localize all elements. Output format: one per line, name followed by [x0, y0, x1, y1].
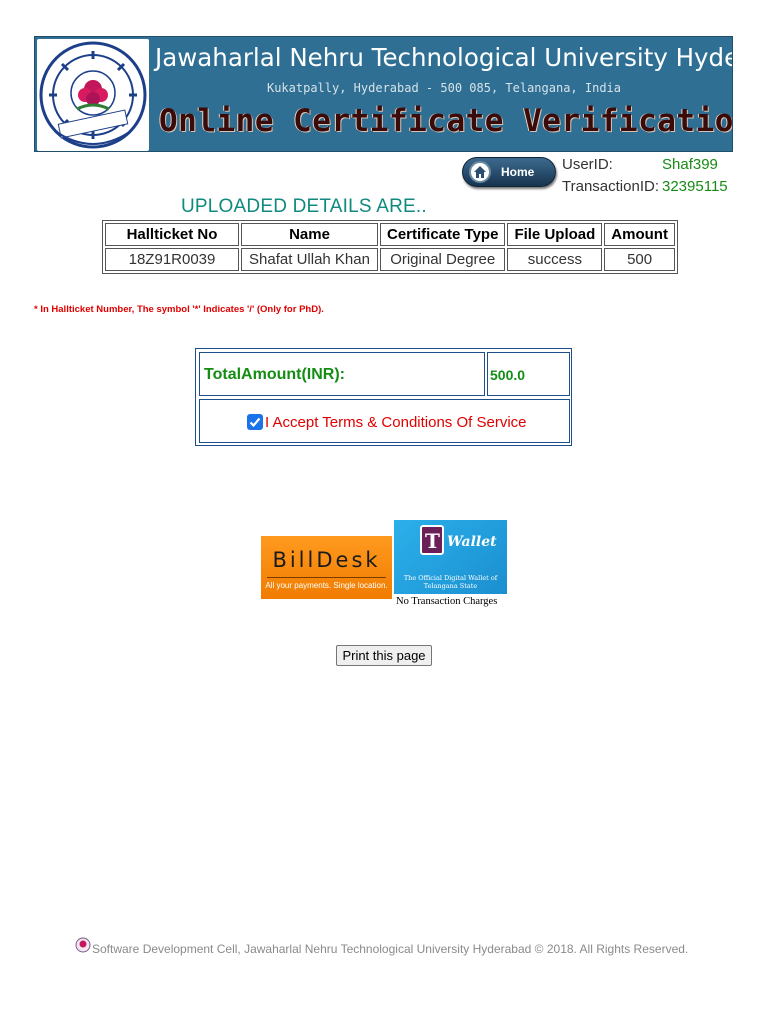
total-amount-value: 500.0 — [490, 367, 526, 383]
column-header-amount: Amount — [604, 223, 675, 246]
payment-summary-box: TotalAmount(INR): 500.0 I Accept Terms &… — [195, 348, 572, 446]
column-header-name: Name — [241, 223, 378, 246]
service-title: Online Certificate Verification — [159, 103, 733, 139]
twallet-logo-text: Wallet — [447, 534, 497, 550]
cell-file-upload: success — [507, 248, 603, 271]
billdesk-payment-button[interactable]: BillDesk All your payments. Single locat… — [261, 536, 392, 599]
uploaded-details-table: Hallticket No Name Certificate Type File… — [102, 220, 678, 274]
footer-copyright: Software Development Cell, Jawaharlal Ne… — [92, 942, 689, 956]
accept-terms-label[interactable]: I Accept Terms & Conditions Of Service — [265, 414, 527, 431]
twallet-tagline: The Official Digital Wallet of Telangana… — [403, 574, 498, 590]
table-row: 18Z91R0039 Shafat Ullah Khan Original De… — [105, 248, 675, 271]
cell-hallticket: 18Z91R0039 — [105, 248, 239, 271]
billdesk-divider — [267, 577, 386, 578]
billdesk-logo-text: BillDesk — [272, 548, 381, 572]
university-seal-icon — [37, 39, 149, 151]
university-name: Jawaharlal Nehru Technological Universit… — [155, 43, 733, 72]
twallet-payment-button[interactable]: T Wallet The Official Digital Wallet of … — [394, 520, 507, 594]
table-header-row: Hallticket No Name Certificate Type File… — [105, 223, 675, 246]
uploaded-details-heading: UPLOADED DETAILS ARE.. — [181, 196, 427, 217]
print-page-button[interactable]: Print this page — [336, 645, 432, 666]
userid-value: Shaf399 — [662, 156, 718, 173]
accept-terms-checkbox[interactable] — [247, 414, 263, 430]
total-amount-label-cell: TotalAmount(INR): — [199, 352, 485, 396]
twallet-letter: T — [425, 529, 440, 553]
transaction-id-label: TransactionID: — [562, 178, 659, 195]
home-icon — [469, 161, 491, 183]
transaction-id-value: 32395115 — [662, 178, 728, 195]
wallet-icon: T — [420, 525, 444, 555]
column-header-file-upload: File Upload — [507, 223, 603, 246]
terms-acceptance-cell: I Accept Terms & Conditions Of Service — [199, 399, 570, 443]
checkmark-icon — [249, 417, 261, 428]
column-header-certificate-type: Certificate Type — [380, 223, 506, 246]
total-amount-value-cell: 500.0 — [487, 352, 570, 396]
home-label: Home — [501, 165, 535, 179]
cell-certificate-type: Original Degree — [380, 248, 506, 271]
cell-amount: 500 — [604, 248, 675, 271]
column-header-hallticket: Hallticket No — [105, 223, 239, 246]
twallet-no-charges-note: No Transaction Charges — [396, 596, 498, 607]
header-banner: Jawaharlal Nehru Technological Universit… — [34, 36, 733, 152]
home-button[interactable]: Home — [462, 157, 556, 187]
footer-logo-icon — [75, 937, 91, 958]
total-amount-label: TotalAmount(INR): — [204, 366, 345, 383]
hallticket-note: * In Hallticket Number, The symbol '*' I… — [34, 304, 324, 315]
userid-label: UserID: — [562, 156, 613, 173]
cell-name: Shafat Ullah Khan — [241, 248, 378, 271]
billdesk-tagline: All your payments. Single location. — [265, 581, 388, 590]
university-address: Kukatpally, Hyderabad - 500 085, Telanga… — [266, 81, 621, 95]
